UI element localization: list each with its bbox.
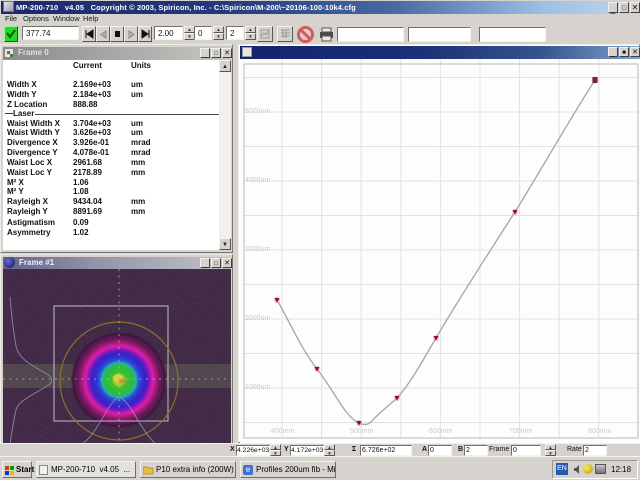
svg-text:600mm: 600mm bbox=[429, 428, 453, 435]
svg-text:3000um: 3000um bbox=[245, 246, 270, 253]
svg-text:4000um: 4000um bbox=[245, 177, 270, 184]
svg-text:700mm: 700mm bbox=[509, 428, 533, 435]
svg-text:2000um: 2000um bbox=[245, 315, 270, 322]
svg-text:500mm: 500mm bbox=[350, 428, 374, 435]
svg-text:1000um: 1000um bbox=[245, 384, 270, 391]
svg-text:5000um: 5000um bbox=[245, 108, 270, 115]
svg-text:400mm: 400mm bbox=[271, 428, 295, 435]
svg-text:800mm: 800mm bbox=[588, 428, 612, 435]
